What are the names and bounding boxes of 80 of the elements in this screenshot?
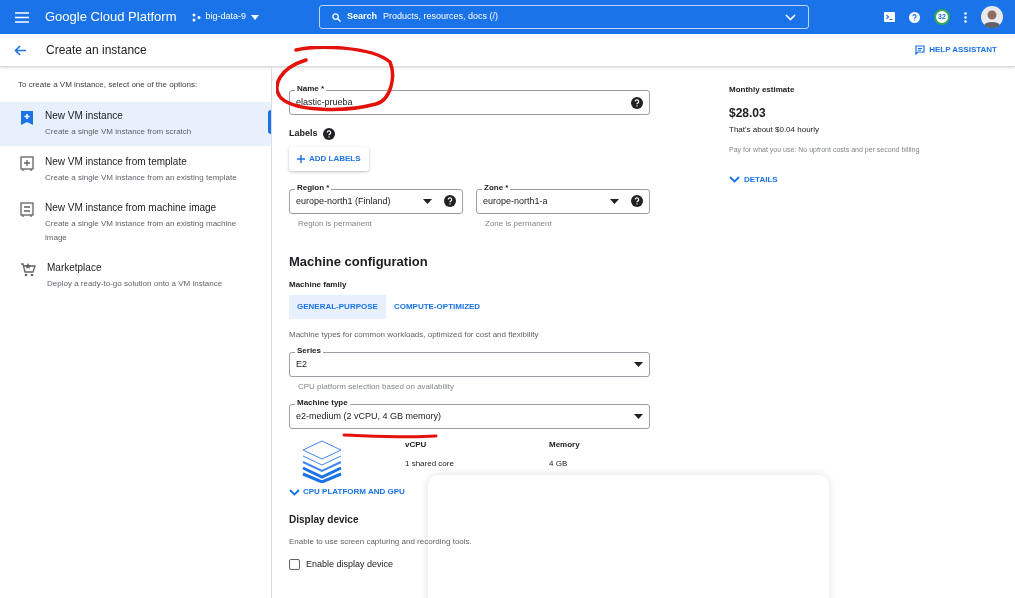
sidebar-item[interactable]: New VM instance from template Create a single VM instance from an existing template: [0, 148, 271, 192]
add-instance-icon: [20, 110, 34, 126]
search-label: Search: [347, 10, 378, 24]
spec-value: 1 shared core: [405, 458, 455, 470]
field-label: Name *: [295, 84, 327, 94]
field-hint: Region is permanent: [297, 217, 373, 230]
item-title: New VM instance: [45, 109, 124, 122]
cart-icon: [20, 262, 36, 278]
chevron-down-icon: [289, 488, 300, 496]
item-title: New VM instance from machine image: [45, 201, 218, 214]
chevron-down-icon: [785, 13, 797, 21]
sidebar-intro: To create a VM instance, select one of the options:: [17, 79, 199, 91]
machine-image-icon: [20, 202, 34, 218]
search-field[interactable]: Search Products, resources, docs (/): [319, 5, 810, 29]
sidebar-item[interactable]: Marketplace Deploy a ready-to-go solution onto a VM instance: [0, 254, 271, 298]
dropdown-caret-icon: [423, 198, 432, 204]
field-value: europe-north1 (Finland): [296, 195, 391, 207]
selection-indicator: [268, 110, 271, 134]
item-title: New VM instance from template: [45, 155, 188, 168]
field-value: elastic-prueba: [296, 97, 353, 108]
machine-family-label: Machine family: [289, 279, 348, 291]
field-hint: Zone is permanent: [484, 217, 553, 230]
layers-icon: [301, 439, 343, 483]
page-title: Create an instance: [46, 42, 147, 59]
item-description: Create a single VM instance from an existing template: [45, 172, 237, 184]
dropdown-caret-icon: [634, 362, 643, 367]
more-options-icon[interactable]: [964, 11, 967, 23]
display-device-heading: Display device: [289, 513, 360, 527]
field-hint: CPU platform selection based on availability: [297, 381, 456, 393]
back-arrow-icon[interactable]: [14, 44, 26, 56]
chevron-down-icon: [729, 176, 740, 183]
estimate-label: Monthly estimate: [729, 84, 796, 96]
help-icon[interactable]: [631, 195, 643, 207]
project-selector[interactable]: big-data-9: [191, 10, 260, 24]
help-icon[interactable]: [322, 127, 335, 140]
machine-family-description: Machine types for common workloads, optimized for cost and flexibility: [289, 329, 540, 341]
checkbox[interactable]: [289, 559, 300, 571]
item-description: Create a single VM instance from scratch: [45, 126, 192, 138]
search-icon: [332, 12, 342, 22]
field-label: Series: [295, 346, 324, 356]
spec-label: vCPU: [405, 439, 428, 451]
help-icon[interactable]: [631, 96, 643, 109]
dropdown-caret-icon: [251, 14, 260, 20]
item-description: Deploy a ready-to-go solution onto a VM instance: [47, 278, 223, 290]
chat-icon: [915, 45, 926, 55]
app-title[interactable]: Google Cloud Platform: [45, 7, 177, 27]
cpu-platform-toggle[interactable]: CPU PLATFORM AND GPU: [289, 486, 405, 498]
item-description: Create a single VM instance from an existing machine image: [45, 218, 238, 244]
search-input[interactable]: Products, resources, docs (/): [383, 10, 780, 24]
field-label: Machine type: [295, 398, 350, 408]
template-icon: [20, 156, 34, 172]
plus-icon: [297, 154, 305, 163]
estimate-price: $28.03: [729, 105, 767, 122]
field-value: e2-medium (2 vCPU, 4 GB memory): [296, 411, 442, 422]
display-device-description: Enable to use screen capturing and recording tools.: [289, 536, 472, 548]
dropdown-caret-icon: [634, 414, 643, 419]
details-toggle[interactable]: DETAILS: [729, 173, 778, 186]
machine-family-tab[interactable]: COMPUTE-OPTIMIZED: [385, 295, 489, 319]
spec-label: Memory: [549, 439, 580, 451]
labels-heading: Labels: [289, 127, 318, 140]
add-labels-button[interactable]: ADD LABELS: [289, 146, 369, 171]
field-label: Zone *: [482, 182, 511, 193]
section-heading: Machine configuration: [289, 252, 429, 271]
estimate-hourly: That's about $0.04 hourly: [729, 124, 821, 136]
item-title: Marketplace: [47, 261, 103, 274]
avatar[interactable]: [981, 6, 1003, 28]
sidebar-item[interactable]: New VM instance Create a single VM instance from scratch: [0, 102, 271, 146]
help-assistant-button[interactable]: HELP ASSISTANT: [915, 44, 997, 56]
checkbox-label: Enable display device: [306, 558, 394, 571]
menu-icon[interactable]: [15, 11, 29, 23]
field-value: E2: [296, 359, 307, 370]
sidebar-item[interactable]: New VM instance from machine image Create a single VM instance from an existing machine image: [0, 194, 271, 252]
field-value: europe-north1-a: [483, 195, 548, 207]
terminal-icon[interactable]: [884, 12, 895, 22]
spec-value: 4 GB: [549, 458, 569, 470]
help-icon[interactable]: [444, 195, 456, 207]
dropdown-caret-icon: [610, 198, 619, 204]
field-label: Region *: [295, 182, 332, 193]
machine-family-tab[interactable]: GENERAL-PURPOSE: [289, 295, 386, 319]
project-icon: [191, 12, 201, 22]
